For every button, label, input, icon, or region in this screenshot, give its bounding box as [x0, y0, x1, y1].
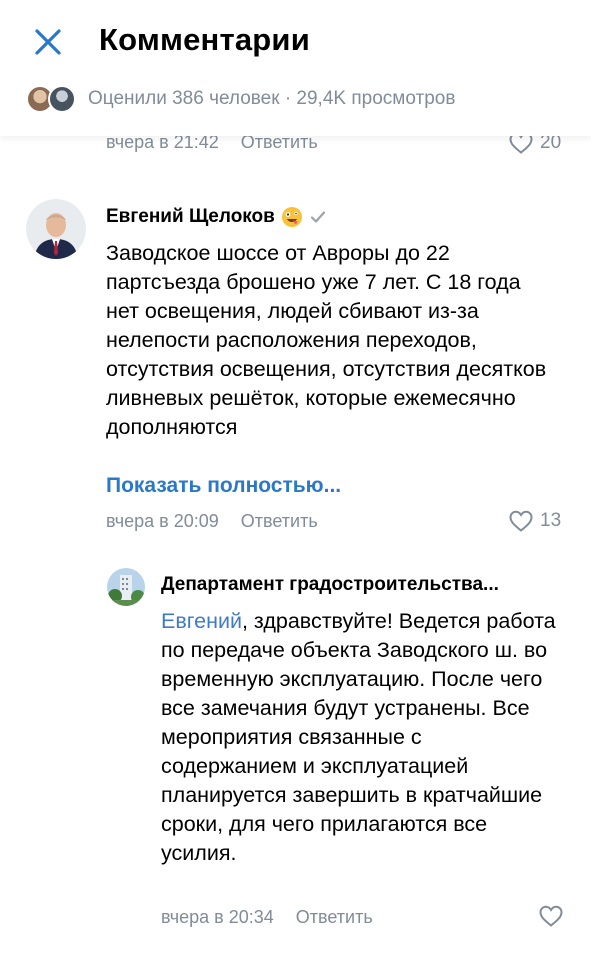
heart-icon: [509, 510, 533, 532]
mention-link[interactable]: Евгений: [161, 609, 242, 633]
comment-author[interactable]: Евгений Щелоков: [106, 206, 327, 228]
heart-icon: [539, 905, 563, 927]
comment-meta: вчера в 20:09 Ответить: [106, 511, 318, 532]
avatar[interactable]: [107, 568, 145, 606]
avatar: [48, 85, 76, 113]
page-title: Комментарии: [99, 22, 310, 57]
reply-button[interactable]: Ответить: [296, 907, 373, 928]
reactions-summary[interactable]: Оценили 386 человек · 29,4K просмотров: [24, 84, 455, 114]
verified-icon: [310, 211, 325, 223]
reply-author[interactable]: Департамент градостроительства...: [161, 574, 499, 596]
reply-meta: вчера в 20:34 Ответить: [161, 907, 373, 928]
stats-text: Оценили 386 человек · 29,4K просмотров: [88, 88, 456, 109]
reply-text: Евгений, здравствуйте! Ведется работа по…: [161, 607, 556, 868]
comment-text: Заводское шоссе от Авроры до 22 партсъез…: [106, 241, 547, 439]
author-name: Евгений Щелоков: [106, 206, 275, 227]
like-button[interactable]: 13: [508, 509, 561, 533]
comment-time: вчера в 20:34: [161, 907, 274, 927]
zany-face-emoji-icon: [281, 207, 302, 227]
reactors-avatars: [24, 85, 80, 113]
reply-button[interactable]: Ответить: [241, 511, 318, 532]
like-button[interactable]: [538, 904, 564, 928]
close-icon[interactable]: [30, 24, 66, 60]
comments-header: Комментарии Оценили 386 человек · 29,4K …: [0, 0, 591, 136]
avatar[interactable]: [26, 199, 86, 259]
show-more-link[interactable]: Показать полностью...: [106, 474, 341, 498]
reply-body: , здравствуйте! Ведется работа по переда…: [161, 609, 556, 865]
comment-time: вчера в 20:09: [106, 511, 219, 531]
like-count: 13: [540, 510, 562, 531]
